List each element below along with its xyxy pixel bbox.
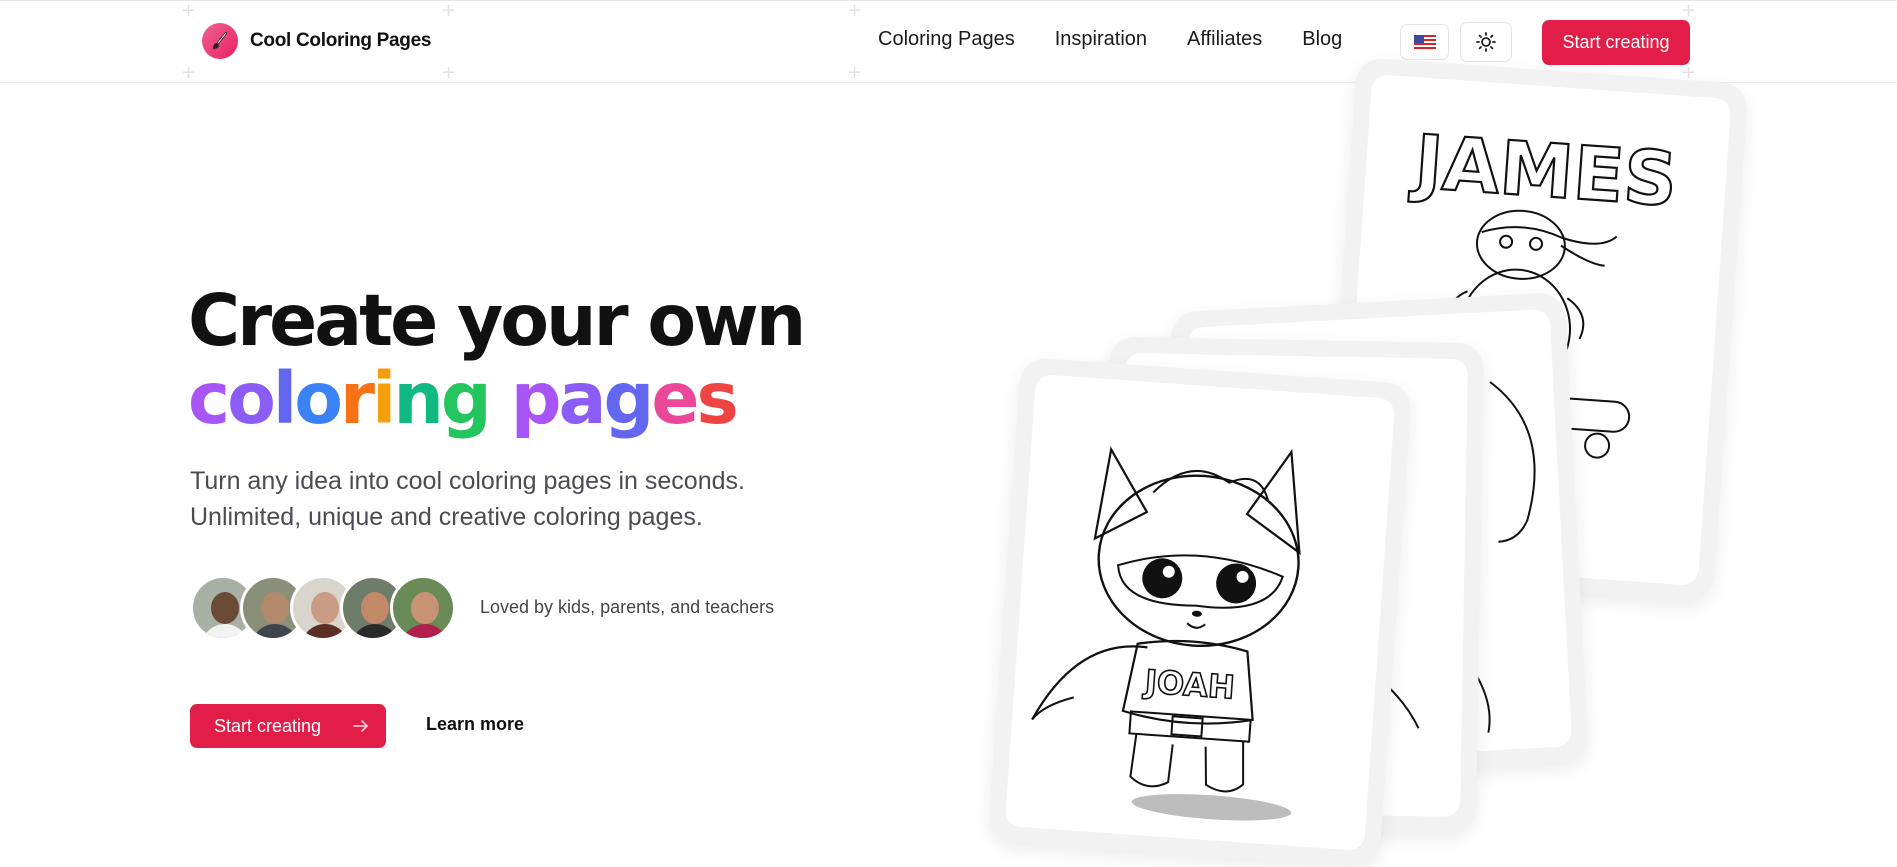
coloring-letter: n xyxy=(393,357,444,440)
grid-mark: + xyxy=(181,62,197,83)
hero-title-word-coloring: coloring xyxy=(188,357,492,440)
fox-hero-illustration: JOAH xyxy=(1031,446,1301,821)
hero-subtitle-line2: Unlimited, unique and creative coloring … xyxy=(190,503,703,531)
nav-item-inspiration[interactable]: Inspiration xyxy=(1055,28,1147,51)
site-header: + + + + + + + + Cool Coloring Pages Colo… xyxy=(0,0,1897,83)
grid-mark: + xyxy=(847,62,863,83)
start-creating-header-button[interactable]: Start creating xyxy=(1542,20,1690,65)
coloring-letter: g xyxy=(440,357,492,440)
learn-more-link[interactable]: Learn more xyxy=(426,714,524,735)
theme-toggle-button[interactable] xyxy=(1460,22,1512,62)
paintbrush-icon xyxy=(202,23,238,59)
coloring-letter: l xyxy=(272,357,297,440)
main-nav: Coloring Pages Inspiration Affiliates Bl… xyxy=(878,28,1382,51)
pages-letter: e xyxy=(651,357,699,440)
brand-name: Cool Coloring Pages xyxy=(250,30,432,51)
grid-mark: + xyxy=(847,0,863,21)
start-creating-button[interactable]: Start creating xyxy=(190,704,386,748)
card-shirt-text: JOAH xyxy=(1142,662,1236,706)
grid-mark: + xyxy=(441,0,457,21)
brand-logo[interactable]: Cool Coloring Pages xyxy=(202,23,431,59)
hero-title-line2: coloring pages xyxy=(188,360,803,438)
nav-item-coloring-pages[interactable]: Coloring Pages xyxy=(878,28,1015,51)
grid-mark: + xyxy=(1681,0,1697,21)
sun-icon xyxy=(1476,32,1496,52)
coloring-letter: o xyxy=(227,357,276,440)
hero-title-word-pages: pages xyxy=(510,357,739,440)
hero-subtitle-line1: Turn any idea into cool coloring pages i… xyxy=(190,467,745,495)
hero-subtitle: Turn any idea into cool coloring pages i… xyxy=(190,463,830,535)
nav-item-blog[interactable]: Blog xyxy=(1302,28,1342,51)
pages-letter: a xyxy=(558,357,607,440)
coloring-letter: c xyxy=(188,357,230,440)
coloring-letter: i xyxy=(372,357,396,440)
language-button[interactable] xyxy=(1400,24,1449,60)
grid-mark: + xyxy=(441,62,457,83)
pages-letter: g xyxy=(603,357,654,440)
hero-title: Create your own coloring pages xyxy=(188,279,806,438)
start-creating-label: Start creating xyxy=(214,715,322,736)
coloring-card-image: JOAH xyxy=(1004,373,1396,852)
pages-letter: s xyxy=(696,357,738,440)
coloring-letter: o xyxy=(294,357,343,440)
avatar xyxy=(390,575,456,641)
hero-title-line1: Create your own xyxy=(188,279,806,362)
coloring-letter: r xyxy=(340,357,375,440)
card-name-text: JAMES xyxy=(1407,119,1680,223)
avatar-group xyxy=(190,575,456,641)
arrow-right-icon xyxy=(353,720,368,732)
pages-letter: p xyxy=(510,357,562,440)
nav-item-affiliates[interactable]: Affiliates xyxy=(1187,28,1262,51)
grid-mark: + xyxy=(181,0,197,21)
social-proof-text: Loved by kids, parents, and teachers xyxy=(480,597,775,617)
us-flag-icon xyxy=(1413,34,1436,50)
coloring-card-front: JOAH xyxy=(987,356,1413,867)
